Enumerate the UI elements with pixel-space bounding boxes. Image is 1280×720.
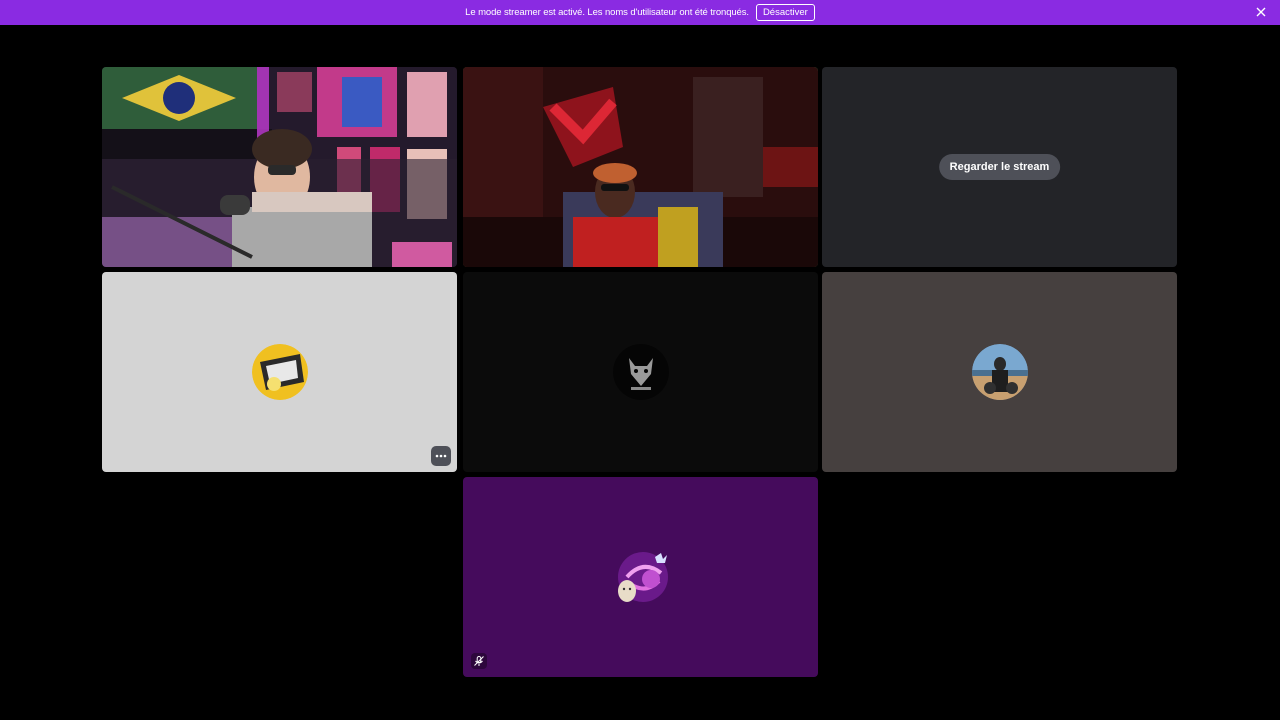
participant-avatar-tile[interactable] [463,272,818,472]
participant-video-tile-speaking[interactable] [463,67,818,267]
close-icon[interactable] [1254,5,1268,19]
banner-message: Le mode streamer est activé. Les noms d'… [465,7,749,18]
user-avatar [612,344,669,400]
more-icon[interactable] [431,446,451,466]
user-avatar [971,344,1028,400]
camera-feed [102,67,457,267]
participant-video-tile[interactable] [102,67,457,267]
stream-tile[interactable]: Regarder le stream [822,67,1177,267]
disable-streamer-mode-button[interactable]: Désactiver [755,4,815,21]
streamer-mode-banner: Le mode streamer est activé. Les noms d'… [0,0,1280,25]
user-avatar [613,549,669,605]
participant-avatar-tile[interactable] [822,272,1177,472]
camera-feed [463,67,818,267]
mic-muted-icon [471,653,487,669]
participant-avatar-tile[interactable] [463,477,818,677]
participant-avatar-tile[interactable] [102,272,457,472]
user-avatar [251,344,308,400]
watch-stream-button[interactable]: Regarder le stream [938,154,1061,180]
